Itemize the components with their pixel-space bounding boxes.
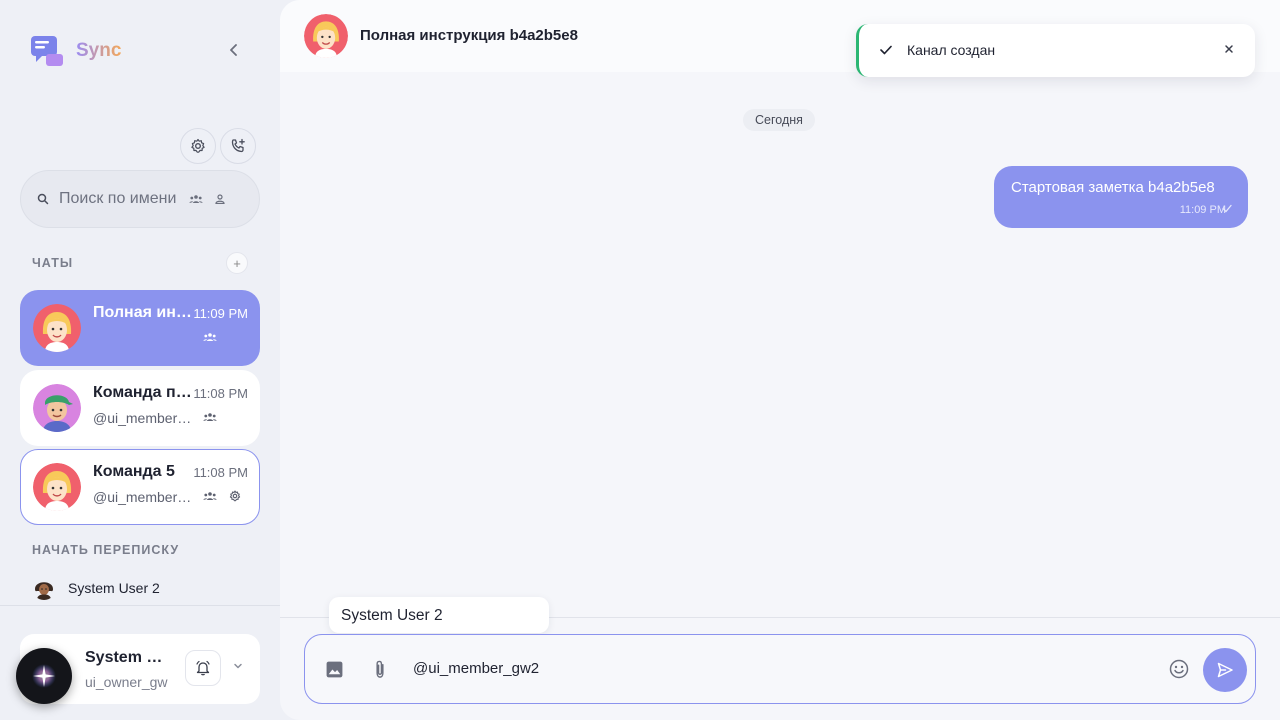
start-conversation-label: НАЧАТЬ ПЕРЕПИСКУ	[32, 543, 180, 557]
image-icon[interactable]	[325, 660, 344, 679]
person-icon	[215, 194, 225, 204]
chat-time: 11:09 PM	[193, 306, 248, 321]
group-icon	[189, 195, 203, 203]
message-input[interactable]	[413, 653, 1153, 683]
close-icon[interactable]	[1223, 43, 1235, 55]
settings-button[interactable]	[180, 128, 216, 164]
chat-item[interactable]: Команда 5 11:08 PM @ui_member_gw2	[20, 449, 260, 525]
start-user-name: System User 2	[68, 580, 160, 596]
chat-item[interactable]: Команда проекта 11:08 PM @ui_member_gw2	[20, 370, 260, 446]
mention-suggestion[interactable]: System User 2	[329, 597, 549, 633]
chevron-left-icon	[230, 44, 237, 56]
avatar	[33, 463, 81, 511]
divider	[0, 605, 280, 606]
chat-time: 11:08 PM	[193, 386, 248, 401]
collapse-sidebar-button[interactable]	[224, 40, 244, 60]
avatar	[33, 304, 81, 352]
profile-handle: ui_owner_gw	[85, 674, 168, 690]
chat-name: Команда проекта	[93, 384, 193, 401]
filter-direct-button[interactable]	[215, 194, 225, 204]
filter-groups-button[interactable]	[189, 194, 203, 204]
assistant-orb-button[interactable]	[16, 648, 72, 704]
group-chat-icon	[203, 492, 217, 500]
chat-item[interactable]: Полная инструкция b4a2b5e8 11:09 PM	[20, 290, 260, 366]
chevron-down-icon[interactable]	[232, 660, 244, 672]
chat-title[interactable]: Полная инструкция b4a2b5e8	[360, 27, 578, 44]
app-logo[interactable]: Sync	[30, 34, 121, 68]
date-separator: Сегодня	[743, 109, 815, 131]
profile-name: System User	[85, 649, 171, 666]
bell-icon	[196, 660, 210, 676]
group-chat-icon	[203, 413, 217, 421]
search-icon	[37, 193, 49, 205]
message-text: Стартовая заметка b4a2b5e8	[1011, 179, 1215, 196]
gear-icon[interactable]	[229, 490, 241, 502]
phone-plus-icon	[231, 138, 245, 153]
add-chat-button[interactable]: +	[226, 252, 248, 274]
gear-icon	[191, 138, 205, 153]
search-bar	[20, 170, 260, 228]
chat-name: Команда 5	[93, 463, 175, 480]
chats-section-label: ЧАТЫ	[32, 256, 74, 270]
toast-message: Канал создан	[907, 42, 996, 58]
check-icon	[1222, 204, 1232, 213]
sparkle-icon	[32, 664, 56, 688]
avatar	[32, 576, 56, 600]
group-chat-icon	[203, 333, 217, 341]
new-call-button[interactable]	[220, 128, 256, 164]
paperclip-icon[interactable]	[372, 660, 388, 679]
chat-name: Полная инструкция b4a2b5e8	[93, 304, 193, 321]
chat-last-sender: @ui_member_gw2	[93, 410, 193, 426]
plus-icon: +	[233, 255, 241, 271]
chat-panel: Полная инструкция b4a2b5e8 Сегодня Старт…	[280, 0, 1280, 720]
send-button[interactable]	[1203, 648, 1247, 692]
app-name: Sync	[76, 40, 122, 61]
mention-suggestion-name: System User 2	[341, 607, 443, 624]
chat-bubbles-icon	[30, 34, 64, 68]
chat-time: 11:08 PM	[193, 465, 248, 480]
send-icon	[1217, 662, 1233, 678]
notification-toast: Канал создан	[856, 24, 1255, 77]
start-user-item[interactable]: System User 2	[32, 576, 160, 600]
message-bubble[interactable]: Стартовая заметка b4a2b5e8 11:09 PM	[994, 166, 1248, 228]
search-input[interactable]	[59, 190, 177, 208]
chat-last-sender: @ui_member_gw2	[93, 489, 193, 505]
avatar	[33, 384, 81, 432]
message-composer	[304, 634, 1256, 704]
avatar[interactable]	[304, 14, 348, 58]
sidebar: Sync ЧАТЫ +	[0, 0, 280, 720]
emoji-icon[interactable]	[1169, 659, 1189, 679]
check-icon	[880, 45, 892, 55]
message-time: 11:09 PM	[1179, 204, 1226, 216]
notifications-button[interactable]	[185, 650, 221, 686]
